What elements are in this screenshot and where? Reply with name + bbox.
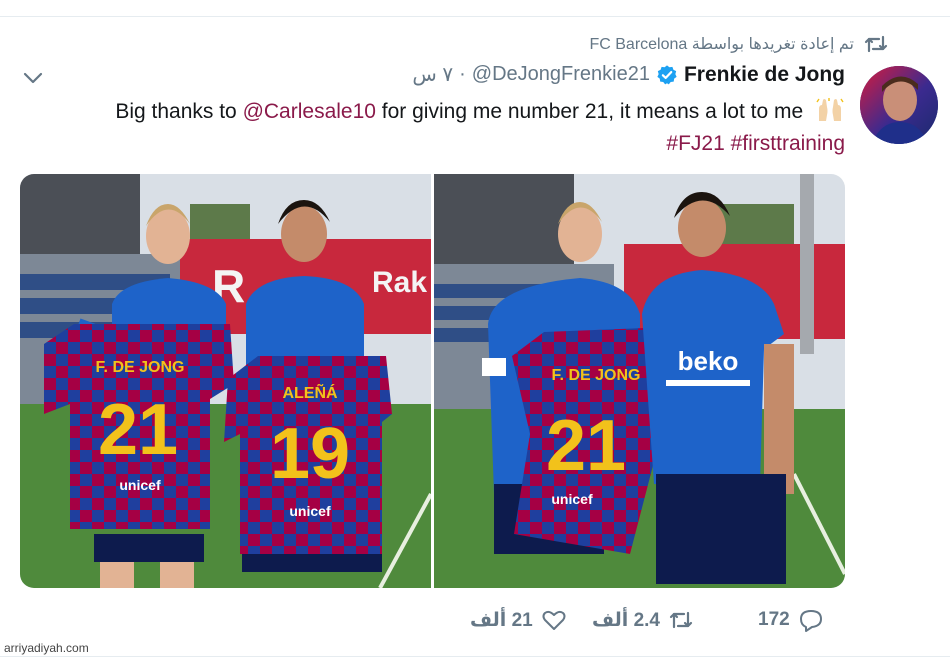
retweet-button[interactable]: 2.4 ألف	[592, 608, 694, 632]
retweeted-by-line[interactable]: تم إعادة تغريدها بواسطة FC Barcelona	[589, 34, 888, 54]
tweet-text-prefix: Big thanks to	[115, 100, 243, 123]
retweeted-by-text[interactable]: تم إعادة تغريدها بواسطة FC Barcelona	[589, 34, 854, 54]
author-display-name[interactable]: Frenkie de Jong	[684, 63, 845, 87]
tweet-text-line-1: Big thanks to @Carlesale10 for giving me…	[25, 96, 845, 128]
tweet-text-suffix: for giving me number 21, it means a lot …	[375, 100, 804, 123]
jersey-sponsor-3: unicef	[551, 491, 593, 507]
author-handle[interactable]: @DeJongFrenkie21	[472, 63, 650, 86]
jersey-name-dejong: F. DE JONG	[96, 359, 185, 376]
retweet-icon	[669, 611, 693, 629]
reply-icon	[799, 610, 822, 632]
mention-link[interactable]: @Carlesale10	[243, 100, 376, 123]
hashtag-link-fj21[interactable]: #FJ21	[666, 132, 724, 155]
jersey-number-21-2: 21	[546, 406, 626, 486]
watermark: arriyadiyah.com	[4, 641, 89, 655]
chevron-down-icon[interactable]	[22, 70, 44, 86]
jersey-sponsor-2: unicef	[289, 503, 331, 519]
like-count: 21 ألف	[470, 609, 533, 631]
like-button[interactable]: 21 ألف	[470, 608, 567, 632]
separator-dot: ·	[459, 63, 466, 85]
jersey-number-19: 19	[270, 414, 350, 494]
reply-count: 172	[758, 609, 790, 630]
retweet-count: 2.4 ألف	[592, 609, 660, 631]
tweet-media: R Rak F. DE JONG 21 unicef ALEÑÁ 19 unic…	[20, 174, 845, 588]
photo-2[interactable]: beko F. DE JONG 21 unicef beko	[434, 174, 845, 588]
tweet-timestamp[interactable]: ٧ س	[412, 62, 453, 87]
heart-icon	[542, 610, 566, 630]
tweet-text-line-2: #FJ21 #firsttraining	[25, 128, 845, 160]
bottom-divider	[0, 656, 950, 657]
jersey-sponsor-1: unicef	[119, 477, 161, 493]
photo-1[interactable]: R Rak F. DE JONG 21 unicef ALEÑÁ 19 unic…	[20, 174, 431, 588]
verified-badge-icon	[657, 64, 677, 84]
sign-text: Rak	[372, 266, 427, 299]
raising-hands-icon	[816, 98, 844, 121]
shirt-sponsor-beko: beko	[678, 346, 739, 376]
reply-button[interactable]: 172	[758, 608, 824, 632]
tweet-header: ٧ س · @DeJongFrenkie21 Frenkie de Jong	[412, 62, 845, 87]
top-divider	[0, 16, 950, 17]
jersey-name-dejong-2: F. DE JONG	[552, 367, 641, 384]
tweet-text: Big thanks to @Carlesale10 for giving me…	[25, 96, 845, 160]
jersey-number-21: 21	[98, 390, 178, 470]
author-avatar[interactable]	[860, 66, 938, 144]
retweet-icon	[864, 35, 888, 53]
jersey-name-alena: ALEÑÁ	[282, 382, 338, 402]
tweet-actions: 21 ألف 2.4 ألف 172	[470, 608, 845, 638]
hashtag-link-firsttraining[interactable]: #firsttraining	[731, 132, 845, 155]
